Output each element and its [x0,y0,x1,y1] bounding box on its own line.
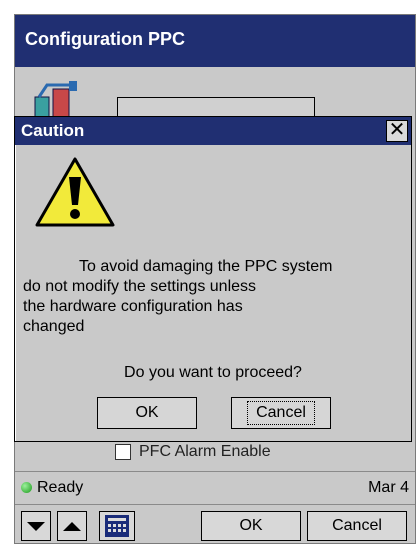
pfc-alarm-checkbox[interactable] [115,443,131,460]
message-line: the hardware configuration has [23,298,243,315]
dialog-question: Do you want to proceed? [124,364,302,381]
dialog-cancel-label: Cancel [247,401,315,425]
ok-button[interactable]: OK [201,511,301,541]
dialog-title-bar: Caution ✕ [15,117,411,145]
bottom-toolbar: OK Cancel [15,507,415,545]
arrow-up-icon [63,521,81,531]
scroll-down-button[interactable] [21,511,51,541]
status-ready-icon [21,482,32,493]
pfc-alarm-label: PFC Alarm Enable [139,443,271,460]
pfc-alarm-enable-option[interactable]: PFC Alarm Enable [115,443,271,467]
dialog-ok-button[interactable]: OK [97,397,197,429]
close-icon[interactable]: ✕ [386,120,408,142]
calculator-icon [105,515,129,537]
arrow-down-icon [27,521,45,531]
status-date: Mar 4 [368,479,409,496]
message-line: To avoid damaging the PPC system [79,258,333,275]
window-title: Configuration PPC [15,15,415,67]
message-line: changed [23,318,85,335]
status-bar: Ready Mar 4 [15,471,415,505]
dialog-message: To avoid damaging the PPC system do not … [23,257,383,337]
caution-dialog: Caution ✕ To avoid damaging the PPC syst… [14,116,412,442]
cancel-button[interactable]: Cancel [307,511,407,541]
dialog-title: Caution [21,121,85,140]
message-line: do not modify the settings unless [23,278,257,295]
scroll-up-button[interactable] [57,511,87,541]
dialog-cancel-button[interactable]: Cancel [231,397,331,429]
calculator-button[interactable] [99,511,135,541]
status-text: Ready [37,479,84,496]
warning-icon [35,157,115,227]
